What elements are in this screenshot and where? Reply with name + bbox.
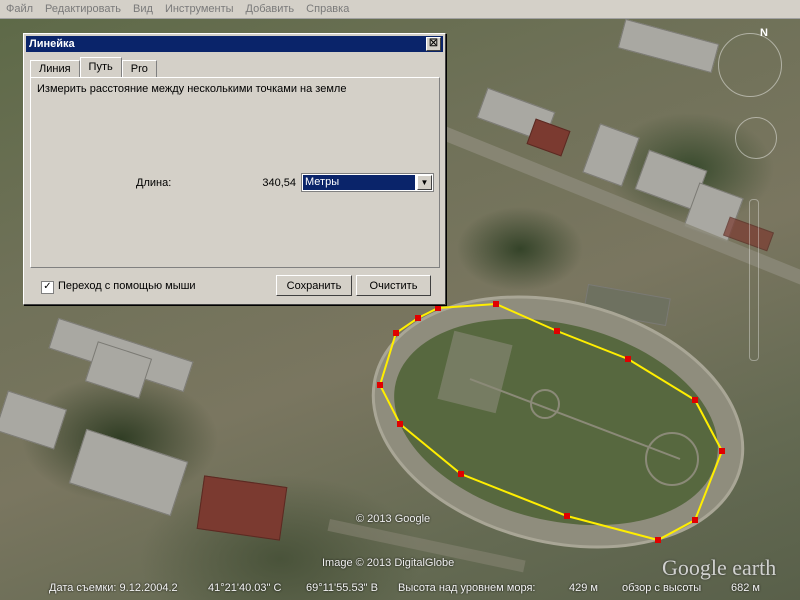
latitude: 41°21'40.03" С <box>208 582 282 594</box>
elevation-label: Высота над уровнем моря: <box>398 582 536 594</box>
menu-view[interactable]: Вид <box>127 0 159 18</box>
path-vertex[interactable] <box>393 330 399 336</box>
tab-line[interactable]: Линия <box>30 60 80 78</box>
clear-button[interactable]: Очистить <box>356 275 431 296</box>
tab-pro[interactable]: Pro <box>121 60 157 78</box>
menu-tools[interactable]: Инструменты <box>159 0 240 18</box>
look-joystick[interactable] <box>735 117 777 159</box>
dialog-title: Линейка <box>29 38 75 50</box>
compass-ring[interactable] <box>718 33 782 97</box>
path-description: Измерить расстояние между несколькими то… <box>37 83 347 95</box>
menubar: Файл Редактировать Вид Инструменты Добав… <box>0 0 800 19</box>
menu-edit[interactable]: Редактировать <box>39 0 127 18</box>
path-vertex[interactable] <box>655 537 661 543</box>
tab-path[interactable]: Путь <box>79 57 122 77</box>
dialog-titlebar[interactable]: Линейка ☒ <box>26 36 443 52</box>
longitude: 69°11'55.53" В <box>306 582 378 594</box>
path-vertex[interactable] <box>415 315 421 321</box>
menu-add[interactable]: Добавить <box>240 0 301 18</box>
imagery-date: Дата съемки: 9.12.2004.2 <box>49 582 178 594</box>
statusbar: Дата съемки: 9.12.2004.2 41°21'40.03" С … <box>0 578 800 600</box>
path-vertex[interactable] <box>493 301 499 307</box>
path-vertex[interactable] <box>719 448 725 454</box>
ruler-dialog: Линейка ☒ Линия Путь Pro Измерить рассто… <box>23 33 446 305</box>
path-vertex[interactable] <box>377 382 383 388</box>
compass-north-label: N <box>760 27 768 39</box>
zoom-slider[interactable] <box>749 199 759 361</box>
path-tab-panel: Измерить расстояние между несколькими то… <box>30 77 440 268</box>
units-select[interactable]: Метры ▼ <box>301 173 434 192</box>
elevation-value: 429 м <box>569 582 598 594</box>
mouse-navigation-label: Переход с помощью мыши <box>58 280 196 292</box>
units-selected-value: Метры <box>303 175 415 190</box>
close-button[interactable]: ☒ <box>426 37 441 51</box>
chevron-down-icon[interactable]: ▼ <box>417 175 432 190</box>
copyright-imagery: Image © 2013 DigitalGlobe <box>322 557 455 569</box>
path-vertex[interactable] <box>564 513 570 519</box>
menu-file[interactable]: Файл <box>0 0 39 18</box>
path-vertex[interactable] <box>554 328 560 334</box>
eye-altitude-label: обзор с высоты <box>622 582 702 594</box>
length-label: Длина: <box>136 177 172 189</box>
tab-strip: Линия Путь Pro <box>30 57 157 78</box>
path-vertex[interactable] <box>625 356 631 362</box>
save-button[interactable]: Сохранить <box>276 275 352 296</box>
copyright-google: © 2013 Google <box>356 513 431 525</box>
path-vertex[interactable] <box>692 397 698 403</box>
menu-help[interactable]: Справка <box>300 0 355 18</box>
mouse-navigation-checkbox[interactable]: ✓ <box>41 281 54 294</box>
path-vertex[interactable] <box>397 421 403 427</box>
eye-altitude-value: 682 м <box>731 582 760 594</box>
path-vertex[interactable] <box>435 305 441 311</box>
length-value: 340,54 <box>262 177 296 189</box>
path-vertex[interactable] <box>692 517 698 523</box>
path-vertex[interactable] <box>458 471 464 477</box>
